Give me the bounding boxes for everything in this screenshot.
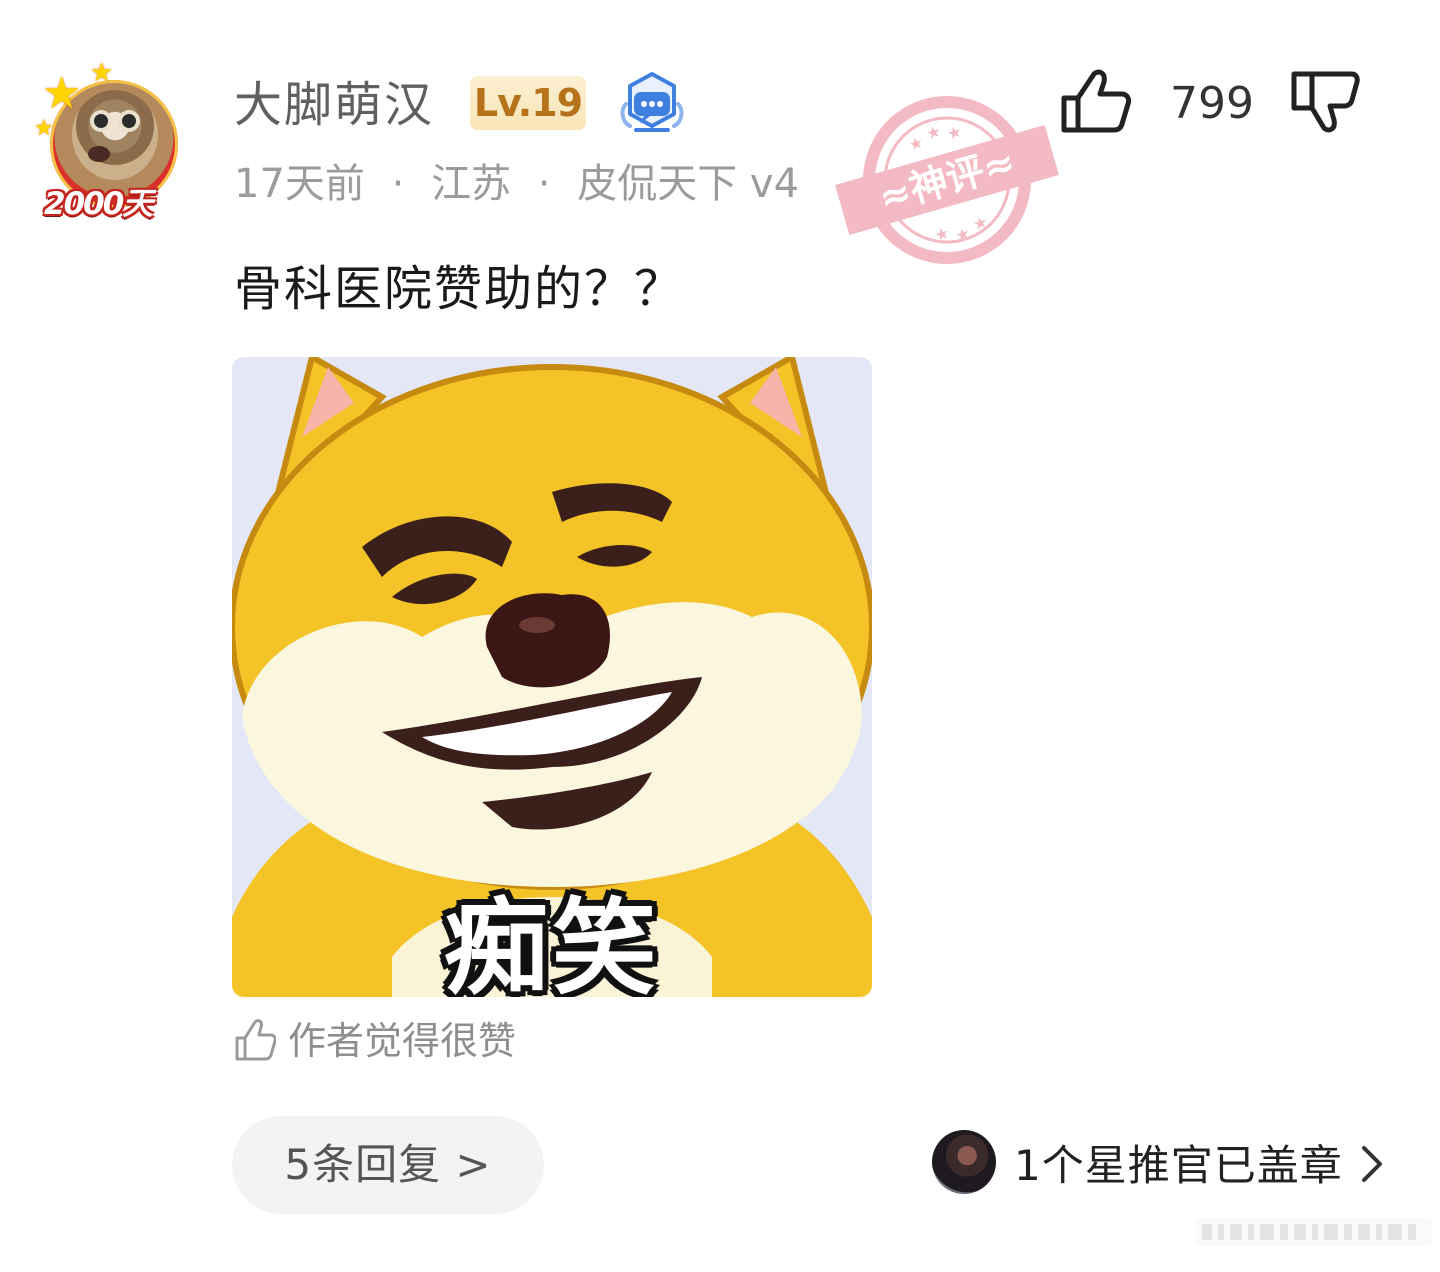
- star-icon: ★: [90, 58, 114, 88]
- thumbs-up-icon[interactable]: [1060, 68, 1132, 134]
- user-avatar[interactable]: ★ ★ ★ 2000天: [34, 58, 196, 226]
- username[interactable]: 大脚萌汉: [234, 74, 434, 136]
- meme-caption: 痴笑: [443, 887, 660, 997]
- avatar-cat-mouth: [88, 146, 110, 162]
- star-officer-label[interactable]: 1个星推官已盖章: [1014, 1136, 1343, 1196]
- meta-separator: ·: [391, 161, 405, 207]
- avatar-days-badge: 2000天: [44, 186, 153, 222]
- view-replies-button[interactable]: 5条回复 >: [232, 1116, 544, 1214]
- comment-meta: 17天前 · 江苏 · 皮侃天下 v4: [234, 156, 799, 212]
- comment-text: 骨科医院赞助的？？: [234, 261, 685, 317]
- god-comment-stamp: ★ ★ ★ ★ ★ ★ ≈神评≈: [835, 96, 1059, 264]
- watermark-bars: [1196, 1218, 1432, 1246]
- comment-location: 江苏: [431, 161, 512, 207]
- chat-badge-icon: [620, 72, 684, 132]
- star-officer-avatar[interactable]: [932, 1130, 996, 1194]
- svg-text:★: ★: [906, 133, 925, 155]
- comment-time: 17天前: [234, 161, 365, 207]
- svg-text:★: ★: [924, 121, 943, 143]
- svg-text:★: ★: [971, 212, 990, 234]
- level-badge: Lv.19: [470, 76, 586, 130]
- thumbs-up-outline-icon: [235, 1019, 276, 1061]
- star-icon: ★: [42, 68, 82, 119]
- stamp-text: ≈神评≈: [874, 140, 1020, 221]
- thumbs-down-icon[interactable]: [1290, 70, 1360, 136]
- meta-separator: ·: [537, 161, 551, 207]
- author-liked-label: 作者觉得很赞: [288, 1019, 517, 1063]
- star-icon: ★: [34, 116, 54, 141]
- avatar-image: [72, 90, 158, 180]
- chevron-right-icon[interactable]: [1358, 1140, 1386, 1188]
- like-count: 799: [1170, 78, 1254, 129]
- svg-text:★: ★: [945, 122, 964, 144]
- comment-image[interactable]: 痴笑: [232, 357, 872, 997]
- user-title[interactable]: 皮侃天下 v4: [577, 161, 799, 207]
